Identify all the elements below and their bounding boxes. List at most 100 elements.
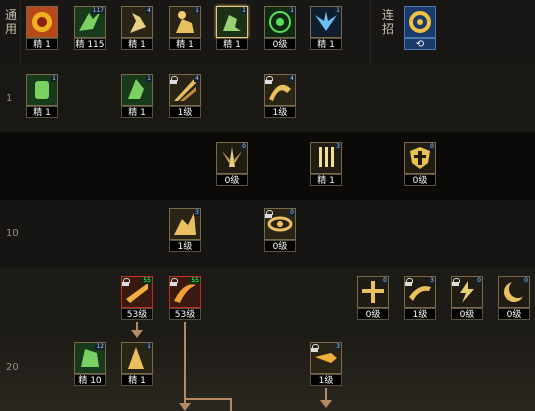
skill-slot[interactable]: 1 精 1: [121, 342, 153, 386]
skill-badge: 55: [142, 277, 152, 284]
skill-slot[interactable]: 0 0级: [216, 142, 248, 186]
skill-label: 0级: [264, 240, 296, 252]
skill-badge: 1: [241, 7, 247, 14]
prerequisite-line: [184, 398, 232, 400]
skill-badge: 4: [289, 75, 295, 82]
skill-slot[interactable]: 1 精 1: [121, 74, 153, 118]
skill-slot[interactable]: 3 1级: [404, 276, 436, 320]
skill-slot[interactable]: 1 0级: [264, 6, 296, 50]
skill-label: 精 1: [310, 38, 342, 50]
skill-badge: 12: [95, 343, 105, 350]
skill-badge: 4: [146, 7, 152, 14]
down-arrow-icon: [131, 330, 143, 338]
skill-slot[interactable]: 1 精 1: [26, 74, 58, 118]
skill-label: 53级: [121, 308, 153, 320]
skill-label: 1级: [264, 106, 296, 118]
combo-ring-icon: [404, 6, 436, 38]
skill-label: 精 1: [216, 38, 248, 50]
skill-label: 精 1: [121, 374, 153, 386]
skill-slot[interactable]: 精 1: [26, 6, 58, 50]
skill-badge: 0: [429, 143, 435, 150]
skill-badge: 1: [51, 75, 57, 82]
skill-badge: 1: [146, 343, 152, 350]
skill-label: 0级: [357, 308, 389, 320]
skill-slot[interactable]: 3 1级: [169, 208, 201, 252]
down-arrow-icon: [320, 400, 332, 408]
skill-badge: 3: [335, 343, 341, 350]
general-label: 通用: [4, 8, 17, 36]
skill-label: 精 115: [74, 38, 106, 50]
skill-badge: 1: [289, 7, 295, 14]
lock-icon: [170, 278, 178, 286]
skill-slot[interactable]: 1 精 1: [216, 6, 248, 50]
skill-label: 精 1: [121, 106, 153, 118]
skill-badge: 55: [190, 277, 200, 284]
skill-slot[interactable]: 4 精 1: [121, 6, 153, 50]
combo-slot[interactable]: ⟲: [404, 6, 436, 50]
skill-slot[interactable]: 0 0级: [357, 276, 389, 320]
skill-badge: 3: [335, 143, 341, 150]
skill-slot[interactable]: 0 0级: [498, 276, 530, 320]
lock-icon: [405, 278, 413, 286]
skill-slot[interactable]: 0 0级: [451, 276, 483, 320]
down-arrow-icon: [179, 403, 191, 411]
skill-slot[interactable]: 0 0级: [264, 208, 296, 252]
skill-slot[interactable]: 3 1级: [310, 342, 342, 386]
skill-slot[interactable]: 3 精 1: [310, 142, 342, 186]
skill-badge: 1: [194, 7, 200, 14]
level-10-label: 10: [6, 228, 19, 239]
divider: [370, 0, 371, 62]
skill-label: 1级: [169, 106, 201, 118]
level-1-label: 1: [6, 93, 13, 104]
skill-label: 精 1: [310, 174, 342, 186]
skill-badge: 0: [382, 277, 388, 284]
skill-label: 1级: [310, 374, 342, 386]
prerequisite-line: [230, 398, 232, 411]
skill-slot[interactable]: 12 精 10: [74, 342, 106, 386]
skill-badge: 117: [91, 7, 105, 14]
skill-badge: 0: [241, 143, 247, 150]
fire-burst-icon: [26, 6, 58, 38]
skill-slot[interactable]: 1 精 1: [310, 6, 342, 50]
skill-badge: 0: [476, 277, 482, 284]
level-20-label: 20: [6, 362, 19, 373]
skill-badge: 0: [523, 277, 529, 284]
skill-label: 0级: [451, 308, 483, 320]
refresh-icon[interactable]: ⟲: [404, 38, 436, 50]
skill-label: 0级: [498, 308, 530, 320]
skill-badge: 0: [289, 209, 295, 216]
skill-badge: 1: [335, 7, 341, 14]
skill-label: 精 1: [26, 106, 58, 118]
skill-slot[interactable]: 4 1级: [264, 74, 296, 118]
skill-label: 精 10: [74, 374, 106, 386]
skill-label: 1级: [169, 240, 201, 252]
skill-slot[interactable]: 1 精 1: [169, 6, 201, 50]
skill-label: 53级: [169, 308, 201, 320]
skill-label: 精 1: [169, 38, 201, 50]
skill-label: 精 1: [121, 38, 153, 50]
combo-label: 连招: [381, 8, 394, 36]
lock-icon: [122, 278, 130, 286]
skill-label: 0级: [216, 174, 248, 186]
skill-slot[interactable]: 55 53级: [121, 276, 153, 320]
skill-badge: 3: [194, 209, 200, 216]
lock-icon: [452, 278, 460, 286]
skill-label: 0级: [264, 38, 296, 50]
skill-label: 1级: [404, 308, 436, 320]
prerequisite-line: [184, 322, 186, 404]
skill-label: 0级: [404, 174, 436, 186]
lock-icon: [311, 344, 319, 352]
skill-row-2: [0, 132, 535, 200]
skill-badge: 1: [146, 75, 152, 82]
skill-badge: 3: [429, 277, 435, 284]
skill-slot[interactable]: 4 1级: [169, 74, 201, 118]
lock-icon: [265, 76, 273, 84]
skill-badge: 4: [194, 75, 200, 82]
lock-icon: [265, 210, 273, 218]
skill-slot[interactable]: 55 53级: [169, 276, 201, 320]
skill-label: 精 1: [26, 38, 58, 50]
divider: [20, 0, 21, 62]
lock-icon: [170, 76, 178, 84]
skill-slot[interactable]: 0 0级: [404, 142, 436, 186]
skill-slot[interactable]: 117 精 115: [74, 6, 106, 50]
